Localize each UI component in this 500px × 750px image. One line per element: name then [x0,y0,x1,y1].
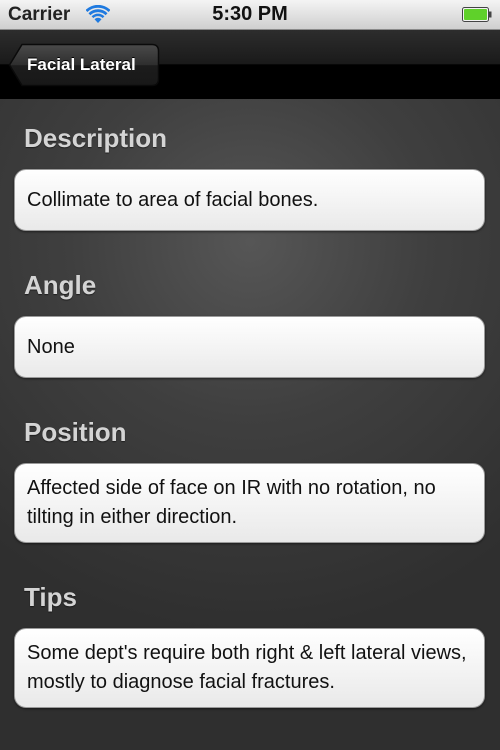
back-button-label: Facial Lateral [27,55,136,74]
tips-card: Some dept's require both right & left la… [14,628,485,708]
status-time: 5:30 PM [212,3,288,25]
battery-icon [462,7,492,22]
position-card: Affected side of face on IR with no rota… [14,463,485,543]
tips-text: Some dept's require both right & left la… [27,642,467,693]
status-bar: Carrier 5:30 PM [0,0,500,30]
description-heading: Description [24,123,168,153]
tips-heading: Tips [24,582,77,612]
angle-text: None [27,335,75,358]
angle-card: None [14,316,485,378]
description-card: Collimate to area of facial bones. [14,169,485,231]
position-text: Affected side of face on IR with no rota… [27,477,436,528]
position-heading: Position [24,417,127,447]
description-text: Collimate to area of facial bones. [27,188,319,211]
angle-heading: Angle [24,270,97,300]
detail-content[interactable]: Description Collimate to area of facial … [0,99,500,750]
back-button[interactable]: Facial Lateral [8,43,160,87]
navigation-bar: Facial Lateral [0,30,500,99]
